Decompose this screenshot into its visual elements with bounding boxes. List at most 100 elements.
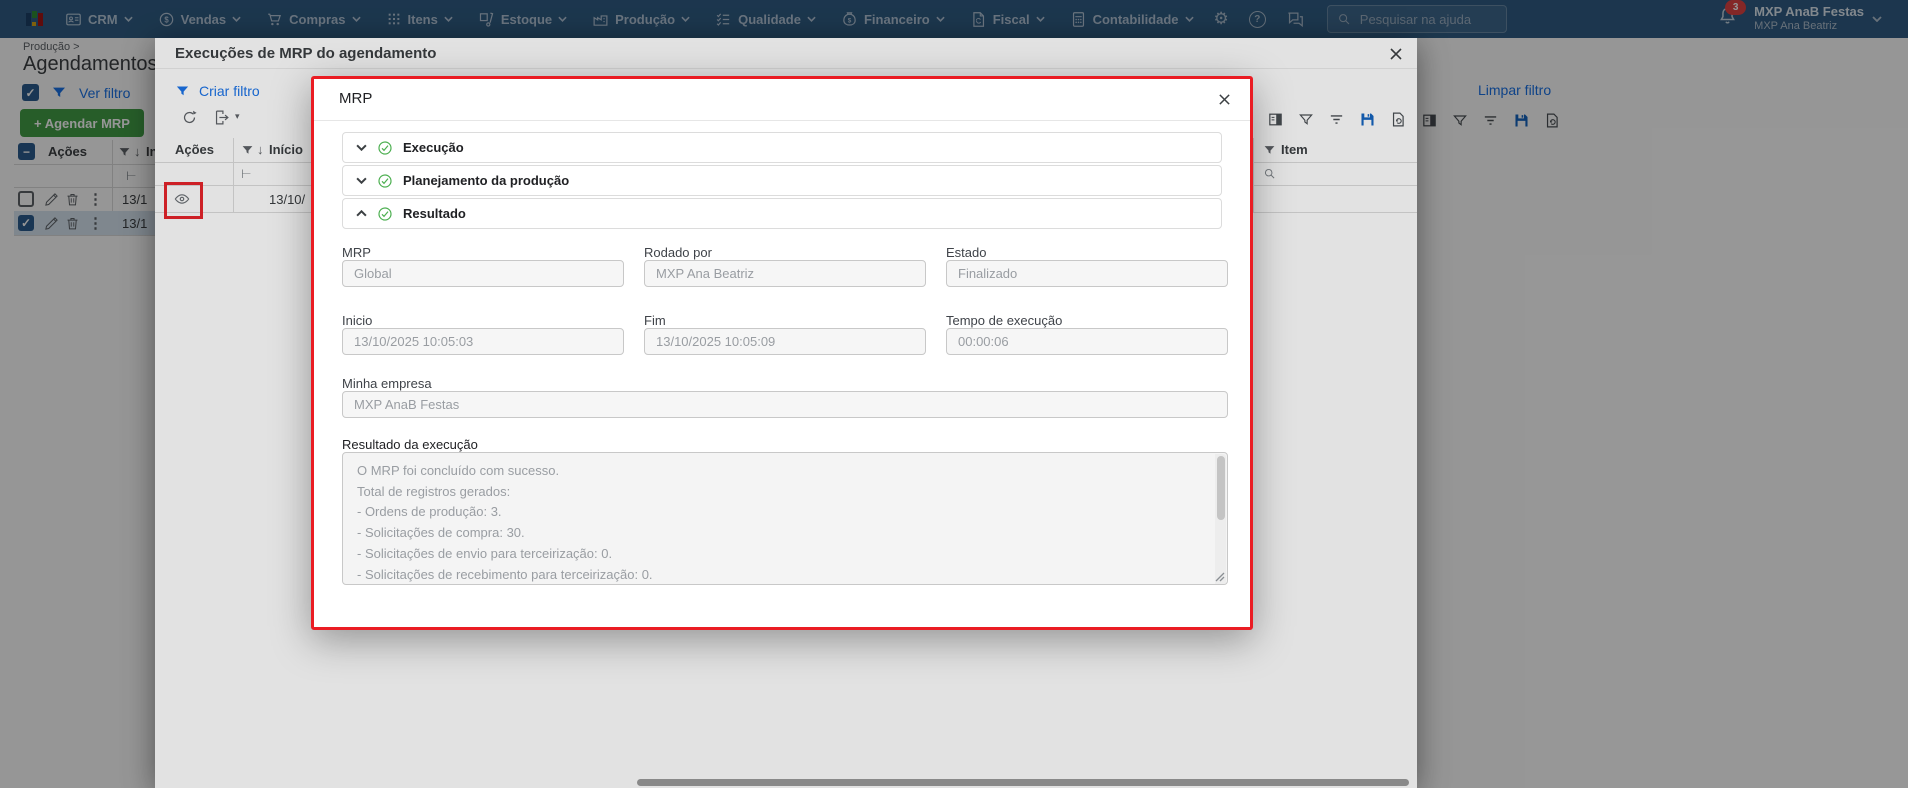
- chevron-down-icon: [444, 16, 453, 22]
- agendar-mrp-button[interactable]: + Agendar MRP: [20, 109, 144, 137]
- help-search: [1326, 5, 1507, 33]
- horizontal-scrollbar[interactable]: [637, 779, 1409, 786]
- row-start-value: 13/10/: [269, 192, 306, 207]
- chevron-down-icon: [1185, 16, 1194, 22]
- nav-menu-crm[interactable]: CRM: [65, 11, 133, 28]
- nav-menu-vendas[interactable]: Vendas: [158, 11, 242, 28]
- chevron-down-icon: [356, 144, 367, 151]
- chevron-down-icon: [1036, 16, 1045, 22]
- close-icon[interactable]: [1218, 93, 1231, 106]
- limpar-filtro-link[interactable]: Limpar filtro: [1478, 82, 1551, 98]
- sort-desc-icon[interactable]: ↓: [257, 142, 264, 157]
- user-subtitle: MXP Ana Beatriz: [1754, 20, 1838, 33]
- choose-columns-icon[interactable]: [1421, 112, 1438, 129]
- help-search-input[interactable]: [1357, 10, 1492, 28]
- result-line: O MRP foi concluído com sucesso.: [357, 462, 560, 478]
- nav-menus: CRM Vendas Compras Itens Estoque Produçã…: [65, 11, 1194, 28]
- user-menu[interactable]: MXP AnaB Festas MXP Ana Beatriz: [1754, 4, 1864, 33]
- filter-funnel-icon[interactable]: [1298, 112, 1314, 128]
- restore-layout-icon[interactable]: [1390, 111, 1407, 128]
- delete-trash-icon[interactable]: [65, 216, 80, 231]
- nav-menu-financeiro[interactable]: Financeiro: [841, 11, 945, 28]
- chevron-down-icon: [936, 16, 945, 22]
- notifications-bell[interactable]: 3: [1717, 0, 1747, 32]
- filter-lines-icon[interactable]: [1328, 111, 1345, 128]
- delete-trash-icon[interactable]: [65, 192, 80, 207]
- field-inicio: [342, 328, 624, 355]
- filter-funnel-icon[interactable]: [118, 146, 131, 159]
- column-header-item[interactable]: Item: [1281, 142, 1308, 157]
- column-header-actions: Ações: [175, 142, 215, 157]
- field-label-minha-empresa: Minha empresa: [342, 376, 432, 391]
- field-label-inicio: Inicio: [342, 313, 373, 328]
- choose-columns-icon[interactable]: [1267, 111, 1284, 128]
- section-execucao[interactable]: Execução: [342, 132, 1222, 163]
- column-header-actions: Ações: [48, 144, 88, 159]
- grid-toolbar: [1421, 112, 1561, 129]
- nav-menu-label: Compras: [289, 11, 346, 27]
- settings-gear-icon[interactable]: ⚙: [1214, 9, 1229, 29]
- criar-filtro-link[interactable]: Criar filtro: [199, 83, 260, 99]
- grid-toolbar: [1267, 111, 1407, 128]
- filter-funnel-icon[interactable]: [1263, 144, 1276, 157]
- modal-title: Execuções de MRP do agendamento: [175, 45, 437, 62]
- nav-menu-fiscal[interactable]: Fiscal: [970, 11, 1045, 28]
- chat-icon[interactable]: [1286, 10, 1305, 29]
- field-fim: [644, 328, 926, 355]
- filter-funnel-icon[interactable]: [1452, 113, 1468, 129]
- edit-pencil-icon[interactable]: [44, 192, 59, 207]
- row-checkbox[interactable]: ✓: [18, 215, 34, 231]
- nav-menu-label: Estoque: [500, 11, 553, 27]
- column-resize-icon[interactable]: ⊢: [126, 169, 136, 183]
- check-circle-icon: [377, 173, 393, 189]
- breadcrumb[interactable]: Produção >: [23, 41, 80, 53]
- close-icon[interactable]: [1389, 47, 1403, 61]
- edit-pencil-icon[interactable]: [44, 216, 59, 231]
- nav-menu-label: Financeiro: [863, 11, 930, 27]
- user-chevron-icon[interactable]: [1872, 16, 1882, 22]
- nav-menu-producao[interactable]: Produção: [592, 11, 690, 28]
- nav-menu-itens[interactable]: Itens: [386, 11, 453, 27]
- ver-filtro-link[interactable]: Ver filtro: [79, 85, 130, 101]
- chevron-down-icon: [558, 16, 567, 22]
- filter-lines-icon[interactable]: [1482, 112, 1499, 129]
- vertical-scrollbar-thumb[interactable]: [1217, 456, 1225, 520]
- field-label-resultado-execucao: Resultado da execução: [342, 437, 478, 452]
- section-planejamento[interactable]: Planejamento da produção: [342, 165, 1222, 196]
- filter-funnel-icon[interactable]: [241, 144, 254, 157]
- export-caret-icon[interactable]: ▾: [235, 111, 240, 122]
- column-header-start[interactable]: Início: [269, 142, 303, 157]
- save-layout-floppy-icon[interactable]: [1359, 111, 1376, 128]
- export-icon[interactable]: [213, 109, 230, 126]
- filter-funnel-icon[interactable]: [51, 85, 67, 101]
- result-line: Total de registros gerados:: [357, 483, 511, 499]
- result-line: - Solicitações de recebimento para terce…: [357, 566, 653, 582]
- restore-layout-icon[interactable]: [1544, 112, 1561, 129]
- nav-menu-label: Itens: [407, 11, 438, 27]
- refresh-icon[interactable]: [181, 109, 198, 126]
- save-layout-floppy-icon[interactable]: [1513, 112, 1530, 129]
- sort-desc-icon[interactable]: ↓: [134, 144, 141, 159]
- section-label: Planejamento da produção: [403, 173, 570, 188]
- help-icon[interactable]: ?: [1248, 10, 1266, 28]
- more-actions-icon[interactable]: ⋮: [88, 192, 103, 207]
- nav-menu-label: Contabilidade: [1092, 11, 1179, 27]
- more-actions-icon[interactable]: ⋮: [88, 216, 103, 231]
- row-checkbox[interactable]: [18, 191, 34, 207]
- check-circle-icon: [377, 140, 393, 156]
- column-resize-icon[interactable]: ⊢: [241, 167, 251, 181]
- nav-menu-contabilidade[interactable]: Contabilidade: [1070, 11, 1194, 28]
- modal-title: MRP: [339, 90, 373, 107]
- app-logo[interactable]: [26, 10, 43, 28]
- nav-menu-estoque[interactable]: Estoque: [478, 11, 567, 28]
- filter-funnel-icon: [175, 84, 190, 99]
- nav-menu-compras[interactable]: Compras: [266, 11, 360, 28]
- select-all-checkbox[interactable]: ✓: [22, 84, 39, 101]
- resize-handle-icon[interactable]: [1215, 572, 1225, 582]
- nav-menu-qualidade[interactable]: Qualidade: [715, 11, 816, 28]
- section-resultado[interactable]: Resultado: [342, 198, 1222, 229]
- search-icon[interactable]: [1263, 167, 1276, 180]
- nav-menu-label: CRM: [88, 11, 118, 27]
- header-checkbox[interactable]: −: [18, 143, 35, 160]
- field-tempo-execucao: [946, 328, 1228, 355]
